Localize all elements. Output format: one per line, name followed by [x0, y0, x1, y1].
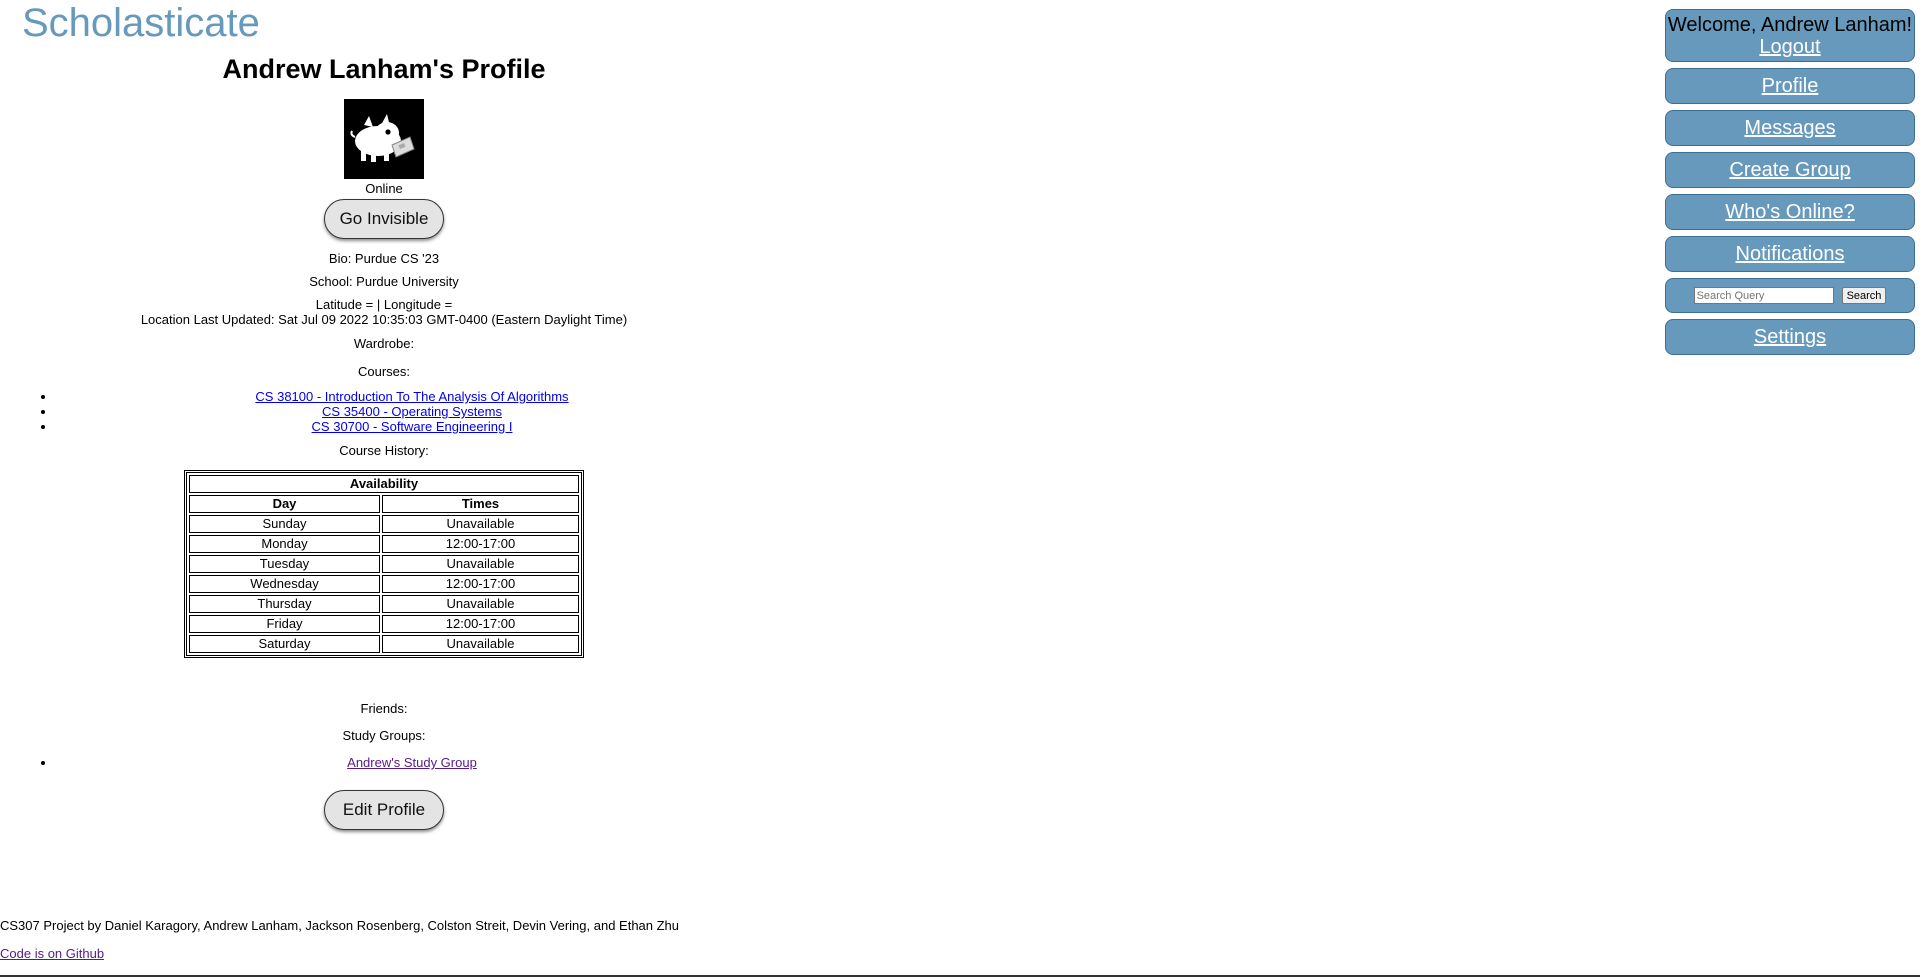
- search-button[interactable]: Search: [1841, 287, 1887, 304]
- table-row: Wednesday 12:00-17:00: [189, 575, 579, 593]
- availability-table: Availability Day Times Sunday Unavailabl…: [184, 470, 584, 658]
- page: Scholasticate Andrew Lanham's Profile On: [0, 0, 1920, 977]
- table-row: Tuesday Unavailable: [189, 555, 579, 573]
- settings-link[interactable]: Settings: [1666, 320, 1914, 354]
- sidebar-item-whos-online: Who's Online?: [1665, 194, 1915, 230]
- day-cell: Friday: [189, 615, 380, 633]
- availability-caption: Availability: [189, 475, 579, 493]
- go-invisible-button[interactable]: Go Invisible: [324, 199, 444, 239]
- bio-text: Bio: Purdue CS '23: [328, 251, 440, 266]
- profile-section: Andrew Lanham's Profile Online Go Invisi…: [0, 48, 768, 830]
- create-group-link[interactable]: Create Group: [1666, 153, 1914, 187]
- course-link-cs35400[interactable]: CS 35400 - Operating Systems: [322, 404, 502, 419]
- course-history-label: Course History:: [339, 443, 429, 458]
- day-cell: Wednesday: [189, 575, 380, 593]
- column-header-times: Times: [382, 495, 579, 513]
- day-cell: Thursday: [189, 595, 380, 613]
- online-status: Online: [365, 181, 403, 196]
- list-item: Andrew's Study Group: [56, 755, 768, 770]
- times-cell: 12:00-17:00: [382, 535, 579, 553]
- messages-link[interactable]: Messages: [1666, 111, 1914, 145]
- day-cell: Saturday: [189, 635, 380, 653]
- course-link-cs38100[interactable]: CS 38100 - Introduction To The Analysis …: [255, 389, 568, 404]
- day-cell: Monday: [189, 535, 380, 553]
- welcome-text: Welcome, Andrew Lanham!: [1667, 14, 1913, 36]
- location-updated-text: Location Last Updated: Sat Jul 09 2022 1…: [140, 312, 628, 327]
- day-cell: Sunday: [189, 515, 380, 533]
- welcome-box: Welcome, Andrew Lanham! Logout: [1665, 9, 1915, 62]
- course-link-cs30700[interactable]: CS 30700 - Software Engineering I: [312, 419, 513, 434]
- times-cell: Unavailable: [382, 555, 579, 573]
- brand-logo-link[interactable]: Scholasticate: [22, 0, 260, 46]
- column-header-day: Day: [189, 495, 380, 513]
- page-title: Andrew Lanham's Profile: [222, 54, 546, 84]
- notifications-link[interactable]: Notifications: [1666, 237, 1914, 271]
- list-item: CS 38100 - Introduction To The Analysis …: [56, 389, 768, 404]
- table-row: Sunday Unavailable: [189, 515, 579, 533]
- footer: CS307 Project by Daniel Karagory, Andrew…: [0, 918, 679, 961]
- credits-text: CS307 Project by Daniel Karagory, Andrew…: [0, 918, 680, 933]
- table-header-row: Day Times: [189, 495, 579, 513]
- coordinates-text: Latitude = | Longitude =: [315, 297, 453, 312]
- table-row: Friday 12:00-17:00: [189, 615, 579, 633]
- times-cell: Unavailable: [382, 515, 579, 533]
- sidebar-item-messages: Messages: [1665, 110, 1915, 146]
- table-row: Saturday Unavailable: [189, 635, 579, 653]
- courses-label: Courses:: [357, 364, 411, 379]
- times-cell: 12:00-17:00: [382, 615, 579, 633]
- sidebar-nav: Welcome, Andrew Lanham! Logout Profile M…: [1665, 9, 1915, 361]
- list-item: CS 35400 - Operating Systems: [56, 404, 768, 419]
- table-row: Monday 12:00-17:00: [189, 535, 579, 553]
- day-cell: Tuesday: [189, 555, 380, 573]
- whos-online-link[interactable]: Who's Online?: [1666, 195, 1914, 229]
- wardrobe-label: Wardrobe:: [353, 336, 415, 351]
- times-cell: Unavailable: [382, 595, 579, 613]
- course-list: CS 38100 - Introduction To The Analysis …: [0, 389, 768, 434]
- times-cell: Unavailable: [382, 635, 579, 653]
- friends-label: Friends:: [360, 701, 408, 716]
- github-link[interactable]: Code is on Github: [0, 946, 104, 961]
- sidebar-item-settings: Settings: [1665, 319, 1915, 355]
- times-cell: 12:00-17:00: [382, 575, 579, 593]
- table-caption-row: Availability: [189, 475, 579, 493]
- sidebar-item-notifications: Notifications: [1665, 236, 1915, 272]
- list-item: CS 30700 - Software Engineering I: [56, 419, 768, 434]
- avatar-pig-with-laptop-icon: [344, 99, 424, 179]
- study-groups-label: Study Groups:: [342, 728, 426, 743]
- logout-link[interactable]: Logout: [1666, 36, 1914, 58]
- sidebar-item-profile: Profile: [1665, 68, 1915, 104]
- study-group-link[interactable]: Andrew's Study Group: [347, 755, 477, 770]
- edit-profile-button[interactable]: Edit Profile: [324, 790, 444, 830]
- sidebar-search-box: Search: [1665, 278, 1915, 313]
- school-text: School: Purdue University: [309, 274, 459, 289]
- search-input[interactable]: [1693, 287, 1834, 304]
- sidebar-item-create-group: Create Group: [1665, 152, 1915, 188]
- profile-link[interactable]: Profile: [1666, 69, 1914, 103]
- table-row: Thursday Unavailable: [189, 595, 579, 613]
- study-group-list: Andrew's Study Group: [0, 755, 768, 770]
